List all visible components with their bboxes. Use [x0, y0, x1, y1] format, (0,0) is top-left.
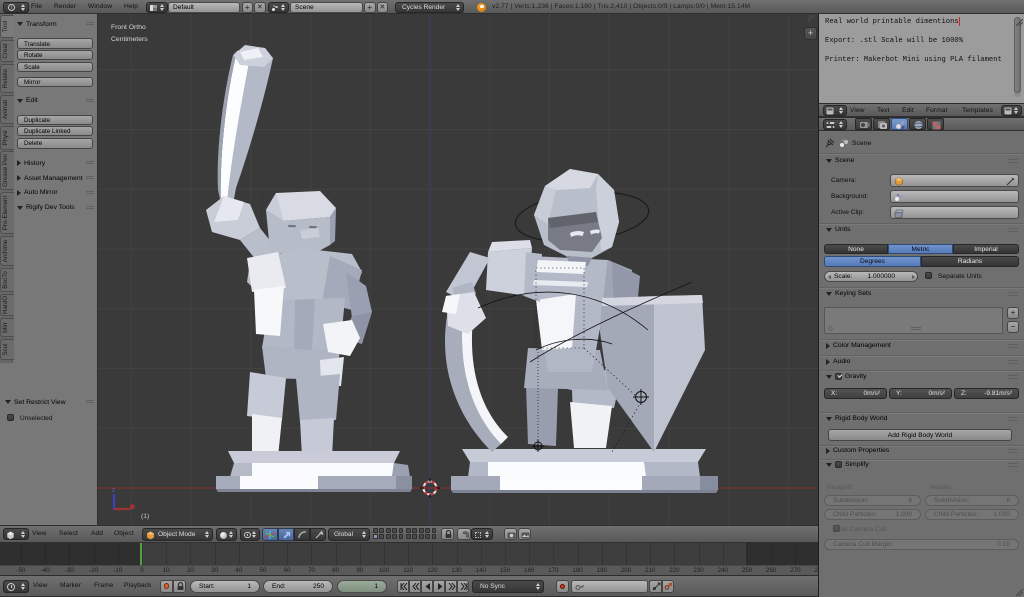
- svg-text:z: z: [112, 488, 115, 494]
